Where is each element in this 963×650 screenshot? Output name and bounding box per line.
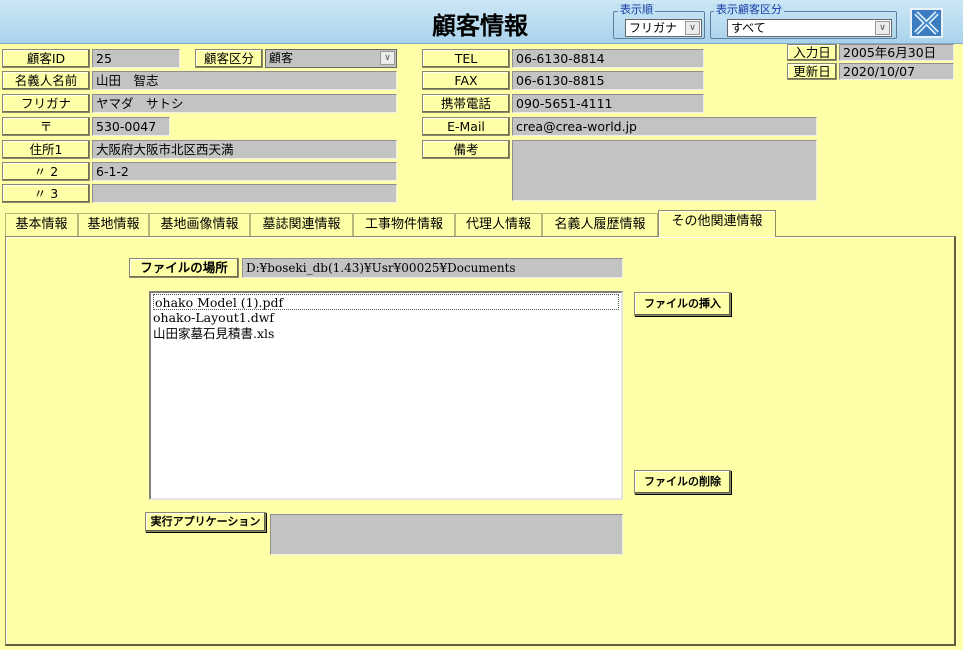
file-list-item[interactable]: ohako Model (1).pdf xyxy=(153,294,619,310)
address2-label: 〃 2 xyxy=(2,162,90,181)
customer-category-select[interactable]: 顧客 ∨ xyxy=(265,49,397,68)
fax-field[interactable]: 06-6130-8815 xyxy=(512,71,704,90)
close-button[interactable] xyxy=(910,8,943,38)
tab-other-related[interactable]: その他関連情報 xyxy=(658,210,776,237)
chevron-down-icon[interactable]: ∨ xyxy=(380,51,395,65)
address1-label: 住所1 xyxy=(2,140,90,159)
customer-category-value: 顧客 xyxy=(269,51,294,65)
sort-order-label: 表示順 xyxy=(618,3,655,16)
update-date-label: 更新日 xyxy=(787,63,837,80)
zip-label: 〒 xyxy=(2,117,90,136)
furigana-field[interactable]: ヤマダ サトシ xyxy=(92,94,397,113)
address3-field[interactable] xyxy=(92,184,397,203)
file-list-item[interactable]: ohako-Layout1.dwf xyxy=(153,310,619,326)
update-date-field[interactable]: 2020/10/07 xyxy=(839,63,954,80)
file-location-label: ファイルの場所 xyxy=(129,258,239,278)
address1-field[interactable]: 大阪府大阪市北区西天満 xyxy=(92,140,397,159)
entry-date-field[interactable]: 2005年6月30日 xyxy=(839,44,954,61)
delete-file-button[interactable]: ファイルの削除 xyxy=(634,470,731,494)
tel-label: TEL xyxy=(422,49,510,68)
holder-name-field[interactable]: 山田 智志 xyxy=(92,71,397,90)
execution-app-label: 実行アプリケーション xyxy=(145,512,266,532)
file-list-item[interactable]: 山田家墓石見積書.xls xyxy=(153,326,619,342)
holder-name-label: 名義人名前 xyxy=(2,71,90,90)
execution-app-field[interactable] xyxy=(270,514,623,555)
file-list[interactable]: ohako Model (1).pdf ohako-Layout1.dwf 山田… xyxy=(149,291,623,500)
zip-field[interactable]: 530-0047 xyxy=(92,117,170,136)
furigana-label: フリガナ xyxy=(2,94,90,113)
tab-epitaph-info[interactable]: 墓誌関連情報 xyxy=(250,213,353,236)
memo-field[interactable] xyxy=(512,140,817,201)
address2-field[interactable]: 6-1-2 xyxy=(92,162,397,181)
file-location-field[interactable]: D:¥boseki_db(1.43)¥Usr¥00025¥Documents xyxy=(242,258,623,278)
mobile-field[interactable]: 090-5651-4111 xyxy=(512,94,704,113)
customer-id-label: 顧客ID xyxy=(2,49,90,68)
tab-grave-site-info[interactable]: 基地情報 xyxy=(78,213,149,236)
mobile-label: 携帯電話 xyxy=(422,94,510,113)
page-title: 顧客情報 xyxy=(432,11,528,40)
customer-category-label: 顧客区分 xyxy=(195,49,263,68)
category-filter-label: 表示顧客区分 xyxy=(714,3,784,16)
insert-file-button[interactable]: ファイルの挿入 xyxy=(634,292,731,316)
tab-construction-info[interactable]: 工事物件情報 xyxy=(353,213,455,236)
chevron-down-icon[interactable]: ∨ xyxy=(875,21,890,35)
category-filter-value: すべて xyxy=(731,21,766,35)
category-filter-select[interactable]: すべて ∨ xyxy=(727,19,892,37)
chevron-down-icon[interactable]: ∨ xyxy=(685,21,700,35)
tab-basic-info[interactable]: 基本情報 xyxy=(5,213,78,236)
tel-field[interactable]: 06-6130-8814 xyxy=(512,49,704,68)
tab-grave-site-images[interactable]: 基地画像情報 xyxy=(149,213,250,236)
close-icon xyxy=(912,10,941,36)
sort-order-select[interactable]: フリガナ ∨ xyxy=(625,19,702,37)
tab-holder-history[interactable]: 名義人履歴情報 xyxy=(542,213,658,236)
memo-label: 備考 xyxy=(422,140,510,159)
email-label: E-Mail xyxy=(422,117,510,136)
sort-order-value: フリガナ xyxy=(629,21,678,35)
customer-id-field[interactable]: 25 xyxy=(92,49,180,68)
fax-label: FAX xyxy=(422,71,510,90)
tab-agent-info[interactable]: 代理人情報 xyxy=(455,213,542,236)
email-field[interactable]: crea@crea-world.jp xyxy=(512,117,817,136)
entry-date-label: 入力日 xyxy=(787,44,837,61)
address3-label: 〃 3 xyxy=(2,184,90,203)
